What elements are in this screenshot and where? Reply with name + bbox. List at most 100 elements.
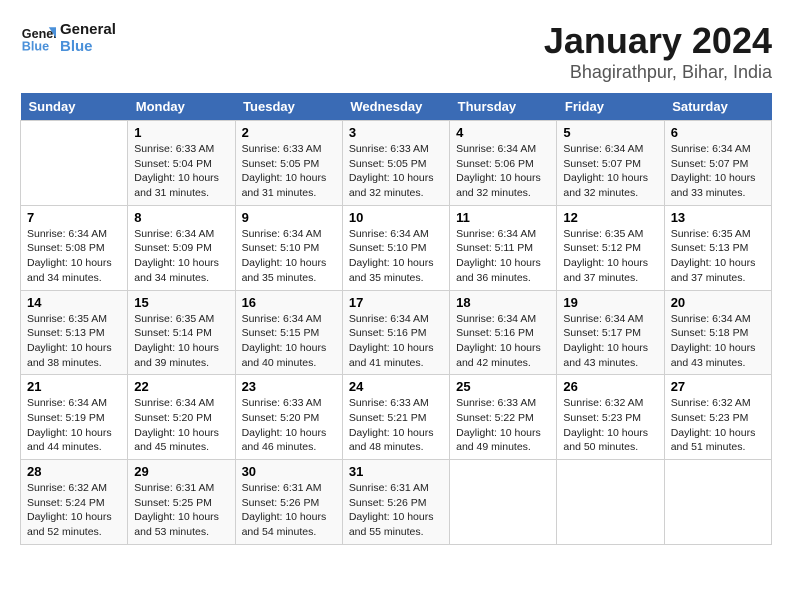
week-row-4: 21 Sunrise: 6:34 AM Sunset: 5:19 PM Dayli… <box>21 375 772 460</box>
header-wednesday: Wednesday <box>342 93 449 121</box>
calendar-cell: 17Sunrise: 6:34 AM Sunset: 5:16 PM Dayli… <box>342 290 449 375</box>
calendar-cell: 10 Sunrise: 6:34 AM Sunset: 5:10 PM Dayli… <box>342 205 449 290</box>
calendar-cell: 12 Sunrise: 6:35 AM Sunset: 5:12 PM Dayli… <box>557 205 664 290</box>
day-info: Sunrise: 6:35 AM Sunset: 5:12 PM Dayligh… <box>563 227 657 286</box>
day-number: 23 <box>242 379 336 394</box>
day-info: Sunrise: 6:34 AM Sunset: 5:08 PM Dayligh… <box>27 227 121 286</box>
calendar-cell: 15 Sunrise: 6:35 AM Sunset: 5:14 PM Dayli… <box>128 290 235 375</box>
calendar-cell: 27Sunrise: 6:32 AM Sunset: 5:23 PM Dayli… <box>664 375 771 460</box>
day-number: 8 <box>134 210 228 225</box>
calendar-cell: 6Sunrise: 6:34 AM Sunset: 5:07 PM Daylig… <box>664 121 771 206</box>
calendar-cell: 22Sunrise: 6:34 AM Sunset: 5:20 PM Dayli… <box>128 375 235 460</box>
day-number: 29 <box>134 464 228 479</box>
day-info: Sunrise: 6:32 AM Sunset: 5:24 PM Dayligh… <box>27 481 121 540</box>
day-number: 25 <box>456 379 550 394</box>
day-number: 12 <box>563 210 657 225</box>
calendar-cell: 18Sunrise: 6:34 AM Sunset: 5:16 PM Dayli… <box>450 290 557 375</box>
day-number: 14 <box>27 295 121 310</box>
calendar-cell: 3Sunrise: 6:33 AM Sunset: 5:05 PM Daylig… <box>342 121 449 206</box>
calendar-cell: 13Sunrise: 6:35 AM Sunset: 5:13 PM Dayli… <box>664 205 771 290</box>
page-header: General Blue General Blue January 2024 B… <box>20 20 772 83</box>
day-info: Sunrise: 6:32 AM Sunset: 5:23 PM Dayligh… <box>671 396 765 455</box>
week-row-5: 28 Sunrise: 6:32 AM Sunset: 5:24 PM Dayli… <box>21 460 772 545</box>
day-info: Sunrise: 6:34 AM Sunset: 5:15 PM Dayligh… <box>242 312 336 371</box>
logo: General Blue General Blue <box>20 20 116 56</box>
day-info: Sunrise: 6:34 AM Sunset: 5:07 PM Dayligh… <box>563 142 657 201</box>
day-info: Sunrise: 6:35 AM Sunset: 5:13 PM Dayligh… <box>671 227 765 286</box>
week-row-1: 1Sunrise: 6:33 AM Sunset: 5:04 PM Daylig… <box>21 121 772 206</box>
calendar-cell: 25 Sunrise: 6:33 AM Sunset: 5:22 PM Dayli… <box>450 375 557 460</box>
calendar-title: January 2024 <box>544 20 772 62</box>
day-number: 31 <box>349 464 443 479</box>
calendar-cell: 14 Sunrise: 6:35 AM Sunset: 5:13 PM Dayli… <box>21 290 128 375</box>
calendar-cell <box>664 460 771 545</box>
day-info: Sunrise: 6:33 AM Sunset: 5:22 PM Dayligh… <box>456 396 550 455</box>
calendar-cell: 16 Sunrise: 6:34 AM Sunset: 5:15 PM Dayli… <box>235 290 342 375</box>
day-number: 7 <box>27 210 121 225</box>
calendar-table: SundayMondayTuesdayWednesdayThursdayFrid… <box>20 93 772 545</box>
day-number: 24 <box>349 379 443 394</box>
day-number: 15 <box>134 295 228 310</box>
calendar-cell: 30Sunrise: 6:31 AM Sunset: 5:26 PM Dayli… <box>235 460 342 545</box>
day-info: Sunrise: 6:34 AM Sunset: 5:10 PM Dayligh… <box>349 227 443 286</box>
day-number: 22 <box>134 379 228 394</box>
logo-line2: Blue <box>60 38 116 55</box>
day-info: Sunrise: 6:34 AM Sunset: 5:17 PM Dayligh… <box>563 312 657 371</box>
svg-text:Blue: Blue <box>22 40 49 54</box>
day-info: Sunrise: 6:32 AM Sunset: 5:23 PM Dayligh… <box>563 396 657 455</box>
day-number: 10 <box>349 210 443 225</box>
calendar-cell: 20Sunrise: 6:34 AM Sunset: 5:18 PM Dayli… <box>664 290 771 375</box>
header-saturday: Saturday <box>664 93 771 121</box>
day-number: 5 <box>563 125 657 140</box>
calendar-cell: 11Sunrise: 6:34 AM Sunset: 5:11 PM Dayli… <box>450 205 557 290</box>
day-info: Sunrise: 6:33 AM Sunset: 5:21 PM Dayligh… <box>349 396 443 455</box>
week-row-3: 14 Sunrise: 6:35 AM Sunset: 5:13 PM Dayli… <box>21 290 772 375</box>
calendar-cell: 9Sunrise: 6:34 AM Sunset: 5:10 PM Daylig… <box>235 205 342 290</box>
logo-line1: General <box>60 21 116 38</box>
day-info: Sunrise: 6:34 AM Sunset: 5:09 PM Dayligh… <box>134 227 228 286</box>
day-number: 28 <box>27 464 121 479</box>
calendar-cell: 5 Sunrise: 6:34 AM Sunset: 5:07 PM Daylig… <box>557 121 664 206</box>
calendar-cell: 29Sunrise: 6:31 AM Sunset: 5:25 PM Dayli… <box>128 460 235 545</box>
calendar-cell: 19 Sunrise: 6:34 AM Sunset: 5:17 PM Dayli… <box>557 290 664 375</box>
calendar-cell: 24 Sunrise: 6:33 AM Sunset: 5:21 PM Dayli… <box>342 375 449 460</box>
day-info: Sunrise: 6:34 AM Sunset: 5:10 PM Dayligh… <box>242 227 336 286</box>
title-block: January 2024 Bhagirathpur, Bihar, India <box>544 20 772 83</box>
logo-icon: General Blue <box>20 20 56 56</box>
day-info: Sunrise: 6:35 AM Sunset: 5:14 PM Dayligh… <box>134 312 228 371</box>
day-info: Sunrise: 6:34 AM Sunset: 5:19 PM Dayligh… <box>27 396 121 455</box>
day-number: 18 <box>456 295 550 310</box>
calendar-cell: 2 Sunrise: 6:33 AM Sunset: 5:05 PM Daylig… <box>235 121 342 206</box>
header-monday: Monday <box>128 93 235 121</box>
day-number: 26 <box>563 379 657 394</box>
header-tuesday: Tuesday <box>235 93 342 121</box>
day-info: Sunrise: 6:35 AM Sunset: 5:13 PM Dayligh… <box>27 312 121 371</box>
day-number: 2 <box>242 125 336 140</box>
day-number: 30 <box>242 464 336 479</box>
day-number: 21 <box>27 379 121 394</box>
calendar-cell: 26 Sunrise: 6:32 AM Sunset: 5:23 PM Dayli… <box>557 375 664 460</box>
day-number: 4 <box>456 125 550 140</box>
calendar-cell: 7 Sunrise: 6:34 AM Sunset: 5:08 PM Daylig… <box>21 205 128 290</box>
day-number: 11 <box>456 210 550 225</box>
day-info: Sunrise: 6:33 AM Sunset: 5:05 PM Dayligh… <box>349 142 443 201</box>
week-row-2: 7 Sunrise: 6:34 AM Sunset: 5:08 PM Daylig… <box>21 205 772 290</box>
day-info: Sunrise: 6:34 AM Sunset: 5:16 PM Dayligh… <box>349 312 443 371</box>
calendar-cell: 1Sunrise: 6:33 AM Sunset: 5:04 PM Daylig… <box>128 121 235 206</box>
calendar-cell: 21 Sunrise: 6:34 AM Sunset: 5:19 PM Dayli… <box>21 375 128 460</box>
day-number: 20 <box>671 295 765 310</box>
day-number: 6 <box>671 125 765 140</box>
calendar-cell: 4Sunrise: 6:34 AM Sunset: 5:06 PM Daylig… <box>450 121 557 206</box>
calendar-cell <box>450 460 557 545</box>
calendar-cell: 8 Sunrise: 6:34 AM Sunset: 5:09 PM Daylig… <box>128 205 235 290</box>
day-info: Sunrise: 6:33 AM Sunset: 5:05 PM Dayligh… <box>242 142 336 201</box>
calendar-header-row: SundayMondayTuesdayWednesdayThursdayFrid… <box>21 93 772 121</box>
day-number: 16 <box>242 295 336 310</box>
header-sunday: Sunday <box>21 93 128 121</box>
calendar-cell <box>557 460 664 545</box>
calendar-cell: 28 Sunrise: 6:32 AM Sunset: 5:24 PM Dayli… <box>21 460 128 545</box>
calendar-subtitle: Bhagirathpur, Bihar, India <box>544 62 772 83</box>
calendar-cell: 23Sunrise: 6:33 AM Sunset: 5:20 PM Dayli… <box>235 375 342 460</box>
calendar-cell: 31Sunrise: 6:31 AM Sunset: 5:26 PM Dayli… <box>342 460 449 545</box>
day-number: 19 <box>563 295 657 310</box>
